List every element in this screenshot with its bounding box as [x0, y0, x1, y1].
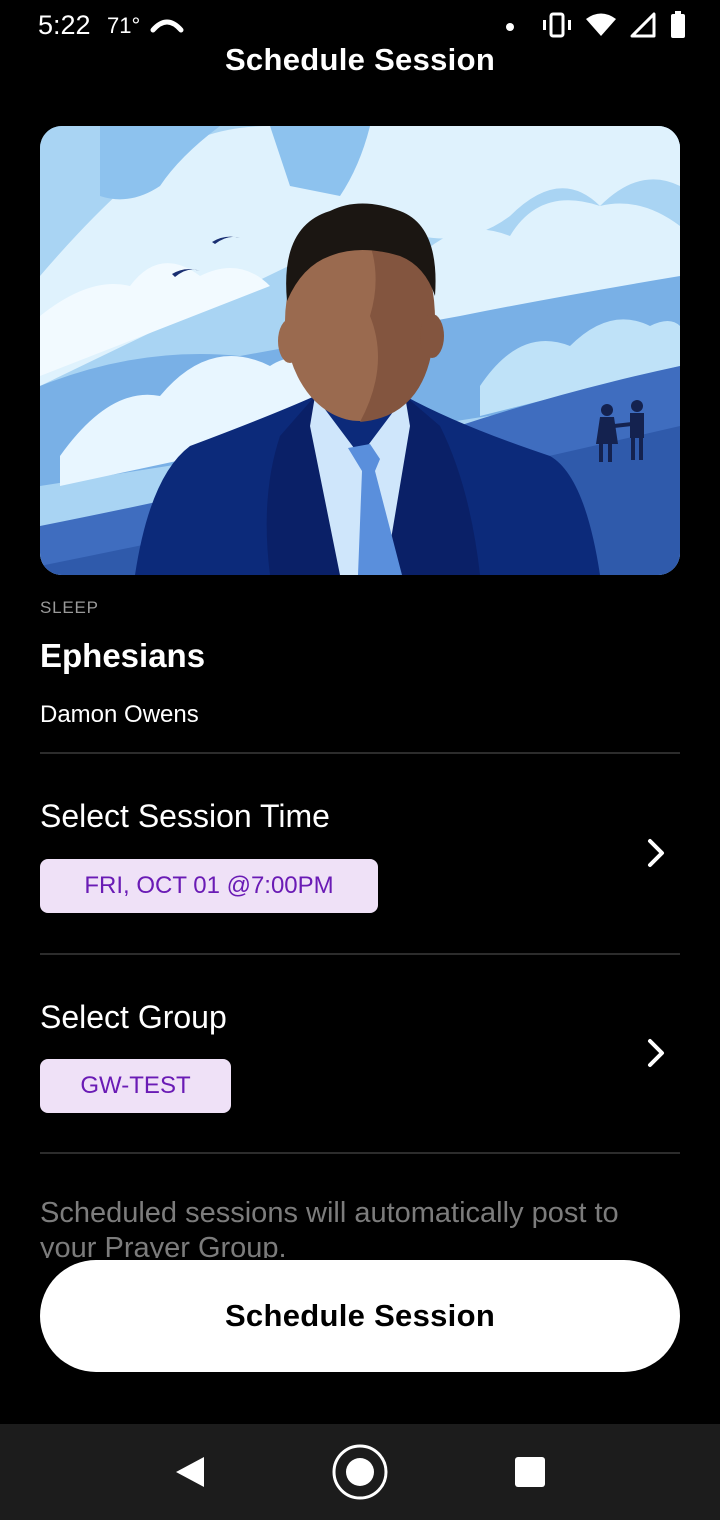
session-category: SLEEP — [40, 598, 99, 617]
session-artwork — [40, 126, 680, 575]
status-temperature: 71° — [107, 13, 141, 38]
divider — [40, 1152, 680, 1154]
recents-icon[interactable] — [490, 1424, 570, 1520]
session-author: Damon Owens — [40, 701, 199, 728]
schedule-note: Scheduled sessions will automatically po… — [40, 1197, 619, 1258]
schedule-session-button[interactable]: Schedule Session — [40, 1260, 680, 1372]
system-navigation-bar — [0, 1424, 720, 1520]
select-session-time-row[interactable]: Select Session Time FRI, OCT 01 @7:00PM — [40, 754, 680, 954]
group-chip[interactable]: GW-TEST — [40, 1059, 231, 1113]
select-group-label: Select Group — [40, 999, 227, 1035]
chevron-right-icon[interactable] — [644, 1037, 668, 1069]
session-time-chip[interactable]: FRI, OCT 01 @7:00PM — [40, 859, 378, 913]
back-icon[interactable] — [150, 1424, 230, 1520]
vibrate-icon — [542, 12, 572, 43]
battery-icon — [670, 10, 686, 44]
wifi-icon — [586, 13, 616, 42]
session-title: Ephesians — [40, 637, 206, 674]
page-title: Schedule Session — [224, 42, 496, 77]
signal-icon — [630, 12, 656, 43]
notification-dot-icon — [506, 23, 514, 31]
home-icon[interactable] — [320, 1424, 400, 1520]
chevron-right-icon[interactable] — [644, 837, 668, 869]
select-group-row[interactable]: Select Group GW-TEST — [40, 955, 680, 1155]
select-session-time-label: Select Session Time — [40, 798, 330, 834]
status-time: 5:22 — [38, 10, 91, 40]
cloud-icon — [150, 14, 184, 39]
